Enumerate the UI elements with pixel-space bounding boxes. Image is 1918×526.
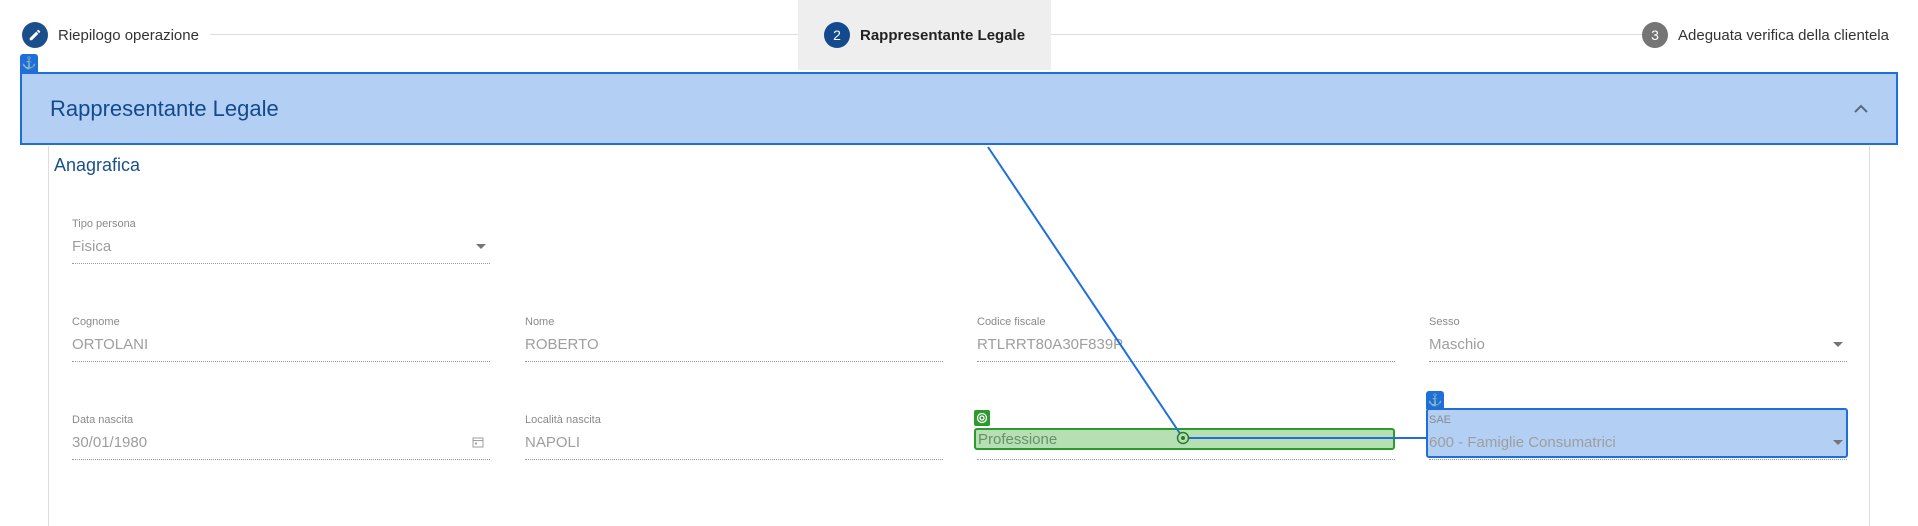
- field-value: Maschio: [1429, 336, 1485, 353]
- step-label: Riepilogo operazione: [58, 26, 199, 44]
- field-label: Cognome: [72, 316, 120, 328]
- field-value: ROBERTO: [525, 336, 599, 353]
- field-label: SAE: [1429, 414, 1452, 426]
- field-label: Località nascita: [525, 414, 601, 426]
- field-underline: [1429, 459, 1847, 460]
- step-label: Adeguata verifica della clientela: [1678, 26, 1889, 44]
- tipo-persona-select[interactable]: Tipo persona Fisica: [72, 218, 490, 266]
- step-number-badge: 3: [1642, 22, 1668, 48]
- pencil-icon: [29, 29, 41, 41]
- field-underline: [72, 263, 490, 264]
- field-value: NAPOLI: [525, 434, 581, 451]
- step-adeguata-verifica[interactable]: 3 Adeguata verifica della clientela: [1642, 0, 1889, 70]
- field-underline: [977, 459, 1395, 460]
- cognome-field[interactable]: Cognome ORTOLANI: [72, 316, 490, 364]
- field-value: 600 - Famiglie Consumatrici: [1429, 434, 1616, 451]
- field-label: Codice fiscale: [977, 316, 1046, 328]
- stepper-connector: [210, 34, 815, 35]
- professione-field[interactable]: Professione: [974, 428, 1395, 450]
- anchor-icon: ⚓: [1426, 391, 1444, 409]
- field-underline: [1429, 361, 1847, 362]
- step-done-badge: [22, 22, 48, 48]
- step-riepilogo-operazione[interactable]: Riepilogo operazione: [22, 0, 199, 70]
- field-underline: [525, 459, 943, 460]
- stepper-connector: [1045, 34, 1643, 35]
- localita-nascita-field[interactable]: Località nascita NAPOLI: [525, 414, 943, 462]
- field-underline: [977, 361, 1395, 362]
- field-value: RTLRRT80A30F839P: [977, 336, 1124, 353]
- nome-field[interactable]: Nome ROBERTO: [525, 316, 943, 364]
- dropdown-arrow-icon: [476, 244, 486, 249]
- step-rappresentante-legale[interactable]: 2 Rappresentante Legale: [798, 0, 1052, 70]
- data-nascita-field[interactable]: Data nascita 30/01/1980: [72, 414, 490, 462]
- field-underline: [72, 361, 490, 362]
- stepper: Riepilogo operazione 2 Rappresentante Le…: [0, 0, 1918, 70]
- step-number-badge: 2: [824, 22, 850, 48]
- codice-fiscale-field[interactable]: Codice fiscale RTLRRT80A30F839P: [977, 316, 1395, 364]
- target-icon: [974, 410, 990, 426]
- subsection-title-anagrafica: Anagrafica: [54, 155, 141, 175]
- section-header-rappresentante-legale[interactable]: Rappresentante Legale: [20, 72, 1898, 145]
- field-underline: [72, 459, 490, 460]
- field-value: Fisica: [72, 238, 112, 255]
- anchor-icon: ⚓: [20, 54, 38, 72]
- field-value: ORTOLANI: [72, 336, 149, 353]
- field-underline: [525, 361, 943, 362]
- field-label: Data nascita: [72, 414, 134, 426]
- step-label: Rappresentante Legale: [860, 26, 1026, 44]
- sesso-select[interactable]: Sesso Maschio: [1429, 316, 1847, 364]
- dropdown-arrow-icon: [1833, 440, 1843, 445]
- dropdown-arrow-icon: [1833, 342, 1843, 347]
- field-label: Sesso: [1429, 316, 1460, 328]
- field-label: Nome: [525, 316, 555, 328]
- sae-select[interactable]: SAE 600 - Famiglie Consumatrici: [1429, 414, 1847, 462]
- field-label: Tipo persona: [72, 218, 136, 230]
- field-value: 30/01/1980: [72, 434, 148, 451]
- section-title: Rappresentante Legale: [50, 95, 279, 121]
- field-label: Professione: [978, 431, 1058, 448]
- chevron-up-icon[interactable]: [1852, 100, 1870, 118]
- calendar-icon[interactable]: [472, 436, 484, 448]
